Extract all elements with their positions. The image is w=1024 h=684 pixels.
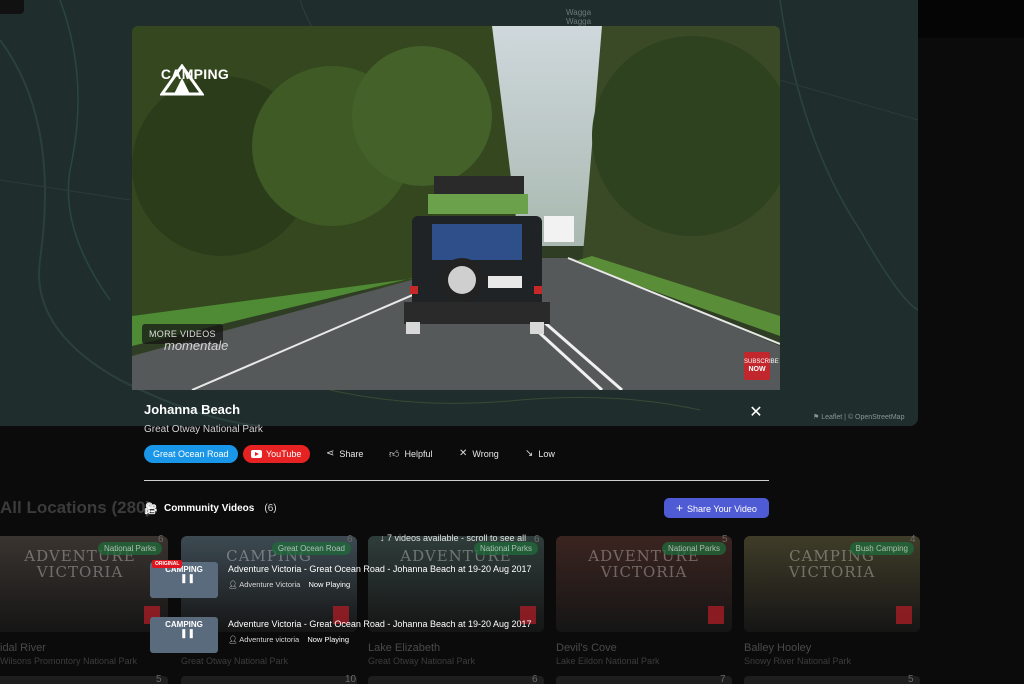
card-video-count: 4 (910, 534, 916, 545)
card-category-badge: Bush Camping (849, 542, 914, 555)
wrong-action[interactable]: ✕ Wrong (459, 448, 499, 459)
video-title: Adventure Victoria - Great Ocean Road - … (228, 564, 532, 574)
card-category-badge: National Parks (473, 542, 538, 555)
subscribe-top-text: SUBSCRIBE (744, 359, 779, 365)
user-icon: 👤︎ (228, 635, 238, 644)
tent-icon (160, 64, 204, 96)
card-category-badge: National Parks (661, 542, 726, 555)
location-park: Great Otway National Park (144, 424, 263, 435)
wrong-label: Wrong (472, 448, 499, 459)
camping-logo: CAMPING (160, 64, 230, 96)
card-video-count: 7 (720, 674, 726, 684)
video-title: Adventure Victoria - Great Ocean Road - … (228, 619, 532, 629)
card-park-name: Great Otway National Park (181, 656, 289, 666)
low-label: Low (538, 448, 555, 459)
card-video-count: 5 (722, 534, 728, 545)
region-tag[interactable]: Great Ocean Road (144, 445, 238, 463)
video-meta: 👤︎ Adventure victoria Now Playing (228, 635, 349, 644)
share-icon: ⋖ (326, 448, 335, 459)
helpful-label: Helpful (404, 449, 433, 459)
card-video-count: 6 (347, 534, 353, 545)
scroll-hint: ↓ 7 videos available - scroll to see all (380, 533, 527, 543)
card-video-count: 5 (908, 674, 914, 684)
video-list-item[interactable]: CAMPING ❚❚ Adventure Victoria - Great Oc… (150, 617, 770, 653)
community-videos-count: (6) (264, 503, 277, 514)
map-menu-button[interactable] (0, 0, 24, 14)
top-right-area (918, 0, 1024, 38)
pause-icon: ❚❚ (180, 628, 196, 638)
share-your-video-label: Share Your Video (687, 504, 757, 514)
video-thumbnail: CAMPING ❚❚ (150, 617, 218, 653)
share-label: Share (339, 448, 364, 459)
location-card-partial[interactable] (556, 676, 732, 684)
share-action[interactable]: ⋖ Share (326, 448, 363, 459)
subscribe-flag-icon (896, 606, 912, 624)
youtube-icon (251, 450, 262, 458)
card-category-badge: Great Ocean Road (271, 542, 351, 555)
video-watermark: momentale (164, 338, 229, 353)
now-playing-label: Now Playing (308, 580, 351, 589)
location-card[interactable]: ADVENTURE VICTORIA National Parks (0, 536, 168, 632)
original-badge: ORIGINAL (152, 560, 183, 568)
subscribe-now-badge[interactable]: SUBSCRIBE NOW (744, 352, 779, 380)
panel-divider (144, 480, 769, 481)
all-locations-title: All Locations (280) (0, 498, 152, 517)
location-title: Johanna Beach (144, 402, 241, 417)
low-action[interactable]: ↘ Low (525, 448, 555, 459)
card-park-name: Wilsons Promontory National Park (0, 656, 138, 666)
subscribe-now-text: NOW (748, 366, 766, 373)
card-video-count: 10 (345, 674, 357, 684)
youtube-label: YouTube (266, 449, 302, 459)
video-meta: 👤︎ Adventure Victoria Now Playing (228, 580, 350, 589)
user-icon: 👤︎ (228, 580, 238, 589)
card-park-name: Snowy River National Park (744, 656, 852, 666)
video-author: Adventure Victoria (239, 580, 301, 589)
location-card-partial[interactable] (0, 676, 168, 684)
video-camera-icon: 🎥︎ (144, 503, 158, 515)
location-card-partial[interactable] (744, 676, 920, 684)
pause-icon: ❚❚ (180, 573, 196, 583)
close-button[interactable]: ✕ (747, 404, 765, 422)
app-stage: { "map": { "town": "Wagga\nWagga", "attr… (0, 0, 1024, 684)
trend-down-icon: ↘ (525, 448, 534, 459)
card-park-name: Great Otway National Park (368, 656, 476, 666)
card-video-count: 5 (156, 674, 162, 684)
card-video-count: 6 (534, 534, 540, 545)
video-list-item[interactable]: CAMPING ❚❚ ORIGINAL Adventure Victoria -… (150, 560, 770, 598)
location-card-partial[interactable] (181, 676, 357, 684)
helpful-action[interactable]: 👍︎ Helpful (389, 448, 432, 460)
x-icon: ✕ (459, 448, 468, 459)
card-category-badge: National Parks (97, 542, 162, 555)
community-videos-label: Community Videos (163, 503, 255, 514)
map-attribution[interactable]: ⚑ Leaflet | © OpenStreetMap (813, 413, 904, 421)
youtube-button[interactable]: YouTube (243, 445, 311, 463)
location-card-partial[interactable] (368, 676, 544, 684)
video-player[interactable]: CAMPING MORE VIDEOS momentale SUBSCRIBE … (132, 26, 780, 390)
map-town-label: Wagga Wagga (566, 8, 592, 26)
share-your-video-button[interactable]: + Share Your Video (664, 498, 769, 518)
card-location-name: idal River (0, 642, 46, 654)
card-park-name: Lake Eildon National Park (556, 656, 660, 666)
location-card[interactable]: CAMPING VICTORIA Bush Camping (744, 536, 920, 632)
card-video-count: 6 (532, 674, 538, 684)
card-video-count: 6 (158, 534, 164, 545)
community-videos-header: 🎥︎ Community Videos (6) (144, 502, 277, 515)
thumbs-up-icon: 👍︎ (389, 449, 400, 460)
plus-icon: + (676, 501, 684, 515)
now-playing-label: Now Playing (307, 635, 350, 644)
video-author: Adventure victoria (239, 635, 300, 644)
